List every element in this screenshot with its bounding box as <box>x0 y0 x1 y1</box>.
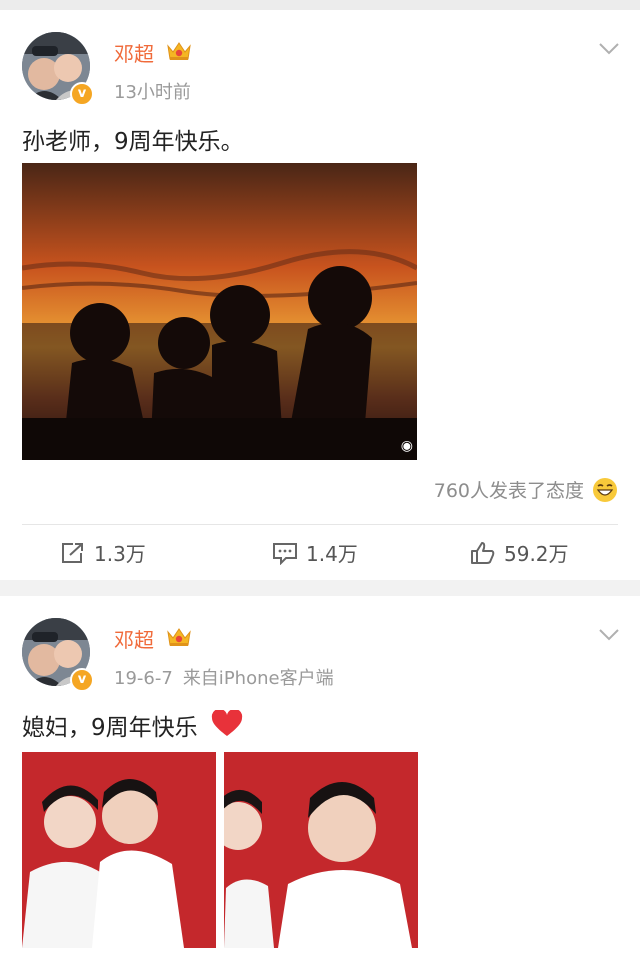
share-count: 1.3万 <box>94 542 146 566</box>
heart-icon <box>211 710 243 736</box>
post-image[interactable] <box>224 752 418 948</box>
like-count: 59.2万 <box>504 542 569 566</box>
username[interactable]: 邓超 <box>114 38 154 67</box>
post-image[interactable]: ◉ <box>22 163 417 460</box>
crown-icon <box>167 42 191 60</box>
chevron-down-icon[interactable] <box>598 628 620 642</box>
share-icon <box>62 542 83 563</box>
verified-badge-icon: v <box>70 668 94 692</box>
post-card: v 邓超 19-6-7 来自iPhone客户端 媳妇，9周年快乐 <box>0 596 640 958</box>
share-button[interactable]: 1.3万 <box>60 538 146 567</box>
comment-count: 1.4万 <box>306 542 358 566</box>
post-text: 孙老师，9周年快乐。 <box>22 129 244 155</box>
attitude-summary[interactable]: 760人发表了态度 <box>434 476 618 503</box>
like-icon <box>471 541 495 564</box>
post-meta: 19-6-7 来自iPhone客户端 <box>114 664 334 690</box>
post-text-content: 媳妇，9周年快乐 <box>22 715 198 741</box>
comment-icon <box>273 542 297 565</box>
attitude-text: 760人发表了态度 <box>433 480 584 502</box>
crown-icon <box>167 628 191 646</box>
chevron-down-icon[interactable] <box>598 42 620 56</box>
post-time: 19-6-7 <box>114 668 173 689</box>
laugh-emoji-icon <box>593 477 617 502</box>
post-image[interactable] <box>22 752 216 948</box>
post-source: 来自iPhone客户端 <box>182 668 334 689</box>
top-separator <box>0 0 640 10</box>
post-text: 媳妇，9周年快乐 <box>22 708 243 742</box>
divider <box>22 524 618 525</box>
username[interactable]: 邓超 <box>114 624 154 653</box>
post-card: v 邓超 13小时前 孙老师，9周年快乐。 ◉ 760人发表了态度 1.3万 1… <box>0 10 640 580</box>
post-time: 13小时前 <box>114 82 191 103</box>
verified-badge-icon: v <box>70 82 94 106</box>
watermark-icon: ◉ <box>400 438 413 454</box>
comment-button[interactable]: 1.4万 <box>272 538 358 567</box>
like-button[interactable]: 59.2万 <box>470 538 569 567</box>
